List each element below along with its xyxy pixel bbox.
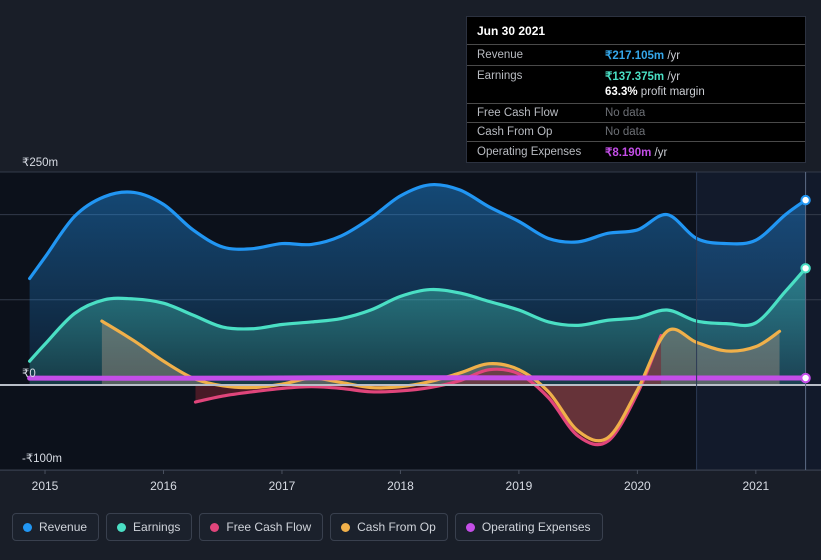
legend-item-label: Earnings <box>133 520 181 534</box>
legend-item-free-cash-flow[interactable]: Free Cash Flow <box>199 513 324 541</box>
profit-margin-label: profit margin <box>637 86 705 98</box>
tooltip-date: Jun 30 2021 <box>477 24 546 38</box>
x-axis-tick-label: 2015 <box>32 479 59 493</box>
series-endpoint-marker <box>800 372 811 384</box>
tooltip-profit-margin-value-cell: 63.3% profit margin <box>595 86 805 104</box>
profit-margin-percent: 63.3% <box>605 86 638 98</box>
tooltip-row-value: No data <box>595 122 805 142</box>
legend-item-cash-from-op[interactable]: Cash From Op <box>330 513 448 541</box>
y-axis-tick-label: -₹100m <box>22 453 62 465</box>
tooltip-row-label: Earnings <box>467 65 595 86</box>
chart-legend: Revenue Earnings Free Cash Flow Cash From O… <box>12 513 603 541</box>
y-axis-tick-label: ₹250m <box>22 157 58 169</box>
x-axis-tick-label: 2018 <box>387 479 414 493</box>
tooltip-row: Cash From Op No data <box>467 122 805 142</box>
x-axis-tick-label: 2017 <box>269 479 296 493</box>
tooltip-row-label: Cash From Op <box>467 122 595 142</box>
tooltip-unit: /yr <box>651 147 668 159</box>
tooltip-amount: ₹137.375m <box>605 71 665 83</box>
legend-color-swatch-icon <box>117 522 127 532</box>
tooltip-row-value: No data <box>595 103 805 123</box>
legend-item-label: Operating Expenses <box>481 520 591 534</box>
tooltip-row-label: Operating Expenses <box>467 141 595 162</box>
legend-color-swatch-icon <box>210 522 220 532</box>
tooltip-table: Revenue ₹217.105m /yr Earnings ₹137.375m /y… <box>467 44 805 162</box>
legend-item-label: Revenue <box>39 520 88 534</box>
legend-color-swatch-icon <box>465 522 475 532</box>
revenue-earnings-chart-widget: ₹250m ₹0 -₹100m 2015 2016 2017 2018 2019 2020 202… <box>0 0 821 560</box>
tooltip-row: Free Cash Flow No data <box>467 103 805 123</box>
tooltip-row: Revenue ₹217.105m /yr <box>467 44 805 66</box>
legend-item-revenue[interactable]: Revenue <box>12 513 100 541</box>
legend-item-operating-expenses[interactable]: Operating Expenses <box>454 513 603 541</box>
legend-color-swatch-icon <box>341 522 351 532</box>
legend-item-label: Free Cash Flow <box>226 520 312 534</box>
x-axis-tick-label: 2020 <box>624 479 651 493</box>
tooltip-no-data: No data <box>605 126 646 138</box>
x-axis-tick-label: 2016 <box>150 479 177 493</box>
chart-tooltip: Jun 30 2021 Revenue ₹217.105m /yr Earnings… <box>466 16 806 163</box>
legend-item-label: Cash From Op <box>357 520 436 534</box>
x-axis-tick-label: 2021 <box>742 479 769 493</box>
tooltip-amount: ₹217.105m <box>605 50 665 62</box>
tooltip-row-label: Revenue <box>467 44 595 66</box>
legend-item-earnings[interactable]: Earnings <box>106 513 193 541</box>
tooltip-amount: ₹8.190m <box>605 147 652 159</box>
tooltip-unit: /yr <box>664 71 681 83</box>
tooltip-row: Operating Expenses ₹8.190m /yr <box>467 141 805 162</box>
tooltip-row: Earnings ₹137.375m /yr <box>467 65 805 86</box>
tooltip-row-value: ₹8.190m /yr <box>595 141 805 162</box>
series-endpoint-marker <box>800 263 811 274</box>
tooltip-row-value: ₹137.375m /yr <box>595 65 805 86</box>
tooltip-unit: /yr <box>664 50 681 62</box>
series-endpoint-marker <box>800 194 811 206</box>
tooltip-row-value: ₹217.105m /yr <box>595 44 805 66</box>
legend-color-swatch-icon <box>23 522 32 532</box>
tooltip-row-label: Free Cash Flow <box>467 103 595 123</box>
tooltip-spacer <box>467 86 595 104</box>
tooltip-profit-margin-row: 63.3% profit margin <box>467 86 805 104</box>
x-axis-tick-label: 2019 <box>506 479 533 493</box>
tooltip-no-data: No data <box>605 107 646 119</box>
y-axis-tick-label: ₹0 <box>22 368 36 380</box>
